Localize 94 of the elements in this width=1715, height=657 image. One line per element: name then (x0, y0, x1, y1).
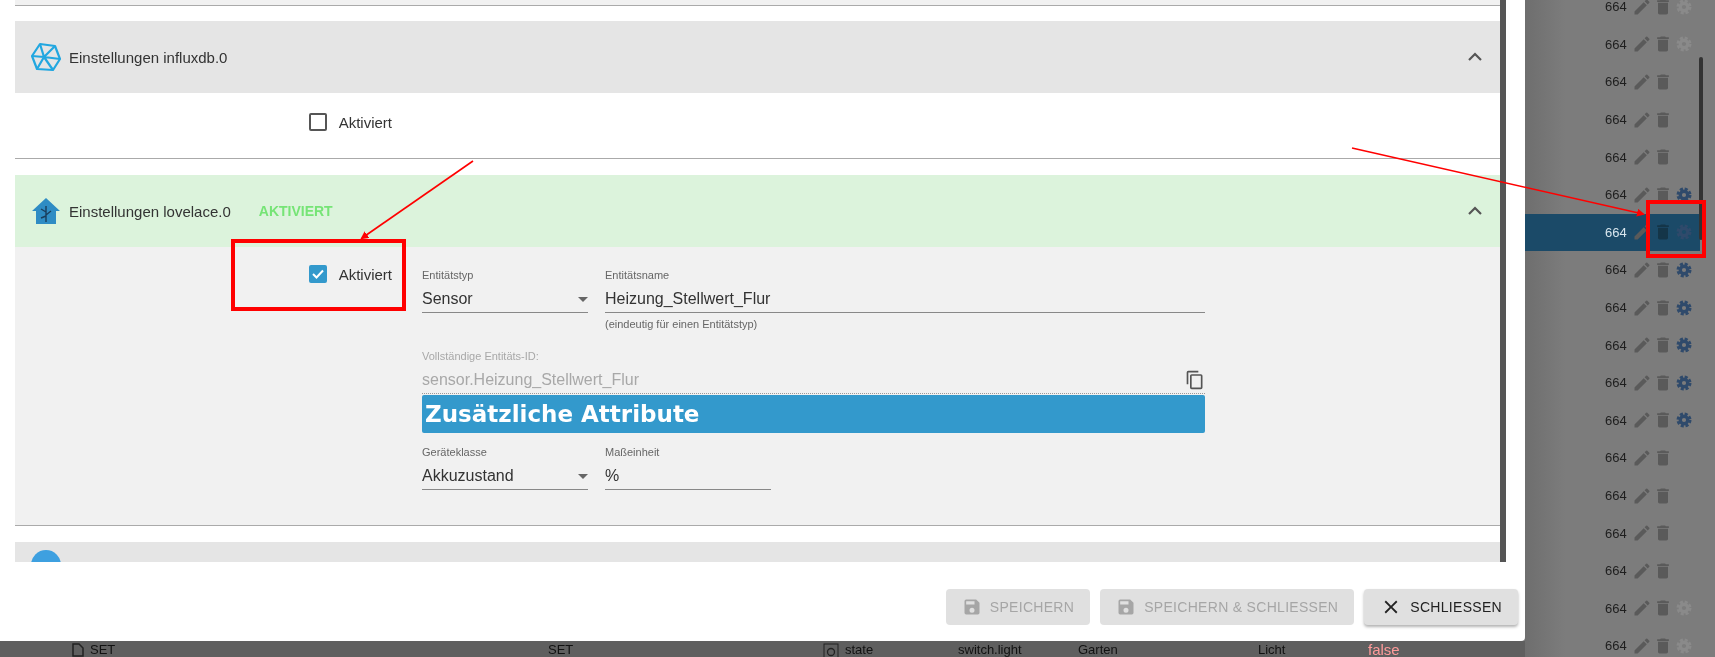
row-value: 664 (1605, 0, 1628, 15)
checkbox[interactable] (308, 265, 327, 283)
list-row[interactable]: 664 (1525, 0, 1700, 26)
row-value: 664 (1605, 187, 1628, 203)
pencil-icon[interactable] (1632, 598, 1652, 619)
status-label: AKTIVIERT (258, 203, 333, 219)
row-value: 664 (1605, 638, 1628, 654)
copy-icon[interactable] (1185, 370, 1205, 390)
list-row[interactable]: 664 (1525, 213, 1700, 252)
chevron-icon[interactable] (1468, 52, 1482, 62)
panel-title: Einstellungen influxdb.0 (69, 48, 228, 66)
pencil-icon[interactable] (1632, 560, 1652, 581)
row-value: 664 (1605, 525, 1628, 541)
house-icon (31, 196, 61, 226)
list-row[interactable]: 664 (1525, 175, 1700, 214)
scrollbar[interactable] (1500, 0, 1506, 562)
list-row[interactable]: 664 (1525, 401, 1700, 440)
list-row[interactable]: 664 (1525, 288, 1700, 327)
panel-header[interactable]: Einstellungen influxdb.0 (15, 21, 1500, 93)
scrollbar-thumb[interactable] (1699, 57, 1703, 240)
pencil-icon[interactable] (1632, 184, 1652, 205)
pencil-icon[interactable] (1632, 372, 1652, 393)
table-cell: SET (90, 642, 116, 657)
pencil-icon[interactable] (1632, 0, 1652, 17)
row-value: 664 (1605, 36, 1628, 52)
input-field[interactable]: sensor.Heizung_Stellwert_Flur (422, 367, 1205, 394)
dropdown-caret-icon (578, 296, 588, 302)
pencil-icon[interactable] (1632, 410, 1652, 431)
row-value: 664 (1605, 74, 1628, 90)
pencil-icon[interactable] (1632, 34, 1652, 55)
pencil-icon[interactable] (1632, 297, 1652, 318)
row-value: 664 (1605, 224, 1628, 240)
select-field[interactable]: Akkuzustand (422, 463, 588, 490)
row-value: 664 (1605, 337, 1628, 353)
row-value: 664 (1605, 112, 1628, 128)
table-cell: false (1368, 641, 1400, 657)
list-row[interactable]: 664 (1525, 551, 1700, 590)
list-row[interactable]: 664 (1525, 326, 1700, 364)
list-row[interactable]: 664 (1525, 363, 1700, 402)
row-value: 664 (1605, 563, 1628, 579)
list-row[interactable]: 664 (1525, 100, 1700, 139)
list-row[interactable]: 664 (1525, 25, 1700, 64)
row-value: 664 (1605, 600, 1628, 616)
pencil-icon[interactable] (1632, 335, 1652, 356)
list-row[interactable]: 664 (1525, 589, 1700, 628)
checkbox[interactable] (308, 113, 327, 131)
document-icon (72, 642, 84, 657)
close-button[interactable]: SCHLIESSEN (1364, 588, 1518, 625)
toggle-icon (823, 642, 839, 657)
row-value: 664 (1605, 488, 1628, 503)
pencil-icon[interactable] (1632, 635, 1652, 656)
row-value: 664 (1605, 412, 1628, 428)
list-row[interactable]: 664 (1525, 138, 1700, 176)
section-heading: Zusätzliche Attribute (422, 395, 1205, 433)
polyhedron-icon (31, 42, 61, 72)
row-value: 664 (1605, 300, 1628, 316)
list-row[interactable]: 664 (1525, 439, 1700, 477)
input-field[interactable]: % (605, 463, 771, 490)
row-value: 664 (1605, 262, 1628, 278)
pencil-icon[interactable] (1632, 109, 1652, 130)
field-label: Geräteklasse (422, 446, 488, 460)
row-value: 664 (1605, 375, 1628, 391)
table-cell: state (845, 642, 874, 657)
panel-title: Einstellungen lovelace.0 (69, 202, 231, 220)
select-field[interactable]: Sensor (422, 286, 588, 313)
list-row[interactable]: 664 (1525, 476, 1700, 515)
pencil-icon[interactable] (1632, 147, 1652, 168)
pencil-icon[interactable] (1632, 72, 1652, 92)
chevron-icon[interactable] (1468, 206, 1482, 216)
checkbox-label: Aktiviert (338, 113, 392, 131)
input-field[interactable]: Heizung_Stellwert_Flur (605, 286, 1205, 313)
table-cell: Licht (1258, 642, 1286, 657)
pencil-icon[interactable] (1632, 523, 1652, 544)
field-label: Vollständige Entitäts-ID: (422, 350, 540, 364)
checkbox-label: Aktiviert (338, 265, 392, 283)
field-label: Maßeinheit (605, 446, 661, 460)
dropdown-caret-icon (578, 473, 588, 479)
row-value: 664 (1605, 450, 1628, 466)
row-value: 664 (1605, 149, 1628, 165)
field-label: Entitätsname (605, 269, 671, 283)
pencil-icon[interactable] (1632, 485, 1652, 506)
pencil-icon[interactable] (1632, 447, 1652, 468)
list-row[interactable]: 664 (1525, 514, 1700, 552)
highlight-frame (1646, 200, 1706, 258)
list-row[interactable]: 664 (1525, 627, 1700, 657)
field-label: Entitätstyp (422, 269, 475, 283)
list-row[interactable]: 664 (1525, 63, 1700, 101)
table-cell: SET (548, 642, 574, 657)
panel-header[interactable]: Einstellungen lovelace.0 AKTIVIERT (15, 175, 1500, 247)
list-row[interactable]: 664 (1525, 251, 1700, 289)
helper-text: (eindeutig für einen Entitätstyp) (605, 318, 758, 330)
table-cell: switch.light (958, 642, 1022, 657)
pencil-icon[interactable] (1632, 259, 1652, 280)
table-cell: Garten (1078, 642, 1118, 657)
